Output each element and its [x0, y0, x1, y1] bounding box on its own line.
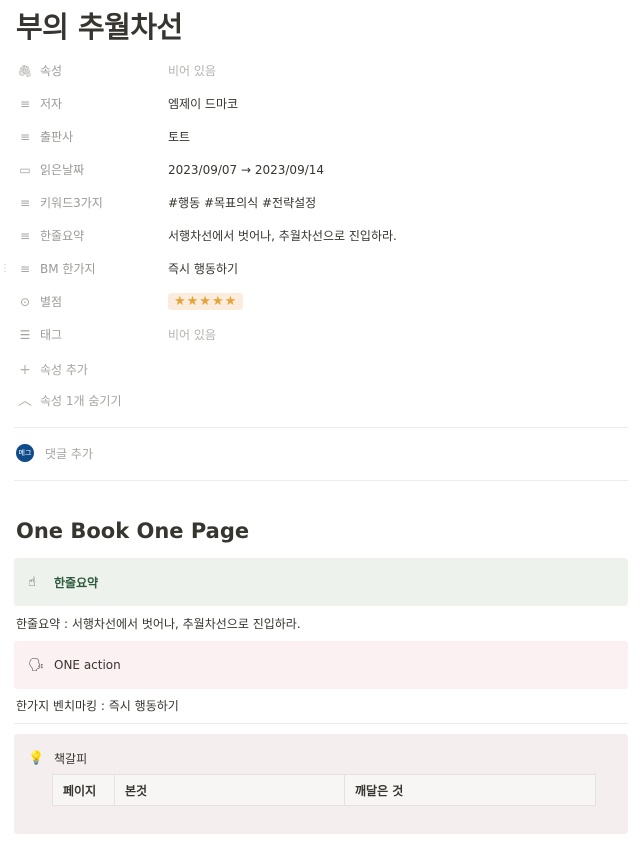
bookmark-table-header: 페이지 본것 깨달은 것: [52, 774, 596, 806]
property-key[interactable]: ≡ 저자: [18, 95, 62, 112]
text-lines-icon: ≡: [19, 195, 31, 210]
star-rating-badge: ★★★★★: [168, 293, 244, 310]
property-value[interactable]: 토트: [166, 125, 192, 148]
property-key[interactable]: ⊙ 별점: [18, 293, 62, 310]
callout-label: 책갈피: [54, 752, 88, 766]
property-value[interactable]: 비어 있음: [166, 323, 218, 346]
hide-properties-button[interactable]: ︿ 속성 1개 숨기기: [18, 390, 122, 410]
property-key[interactable]: 🖇 속성: [17, 62, 62, 79]
chevron-up-icon: ︿: [18, 393, 32, 409]
divider: [14, 723, 628, 724]
plus-icon: +: [19, 361, 31, 378]
property-key[interactable]: ☰ 태그: [18, 326, 62, 343]
property-row-author[interactable]: ≡ 저자 엠제이 드마코: [0, 87, 640, 120]
property-value[interactable]: #행동 #목표의식 #전략설정: [166, 191, 318, 214]
divider: [14, 427, 628, 428]
text-lines-icon: ≡: [19, 129, 31, 144]
property-value[interactable]: 서행차선에서 벗어나, 추월차선으로 진입하라.: [166, 224, 399, 247]
property-row-read-date[interactable]: ▭ 읽은날짜 2023/09/07 → 2023/09/14: [0, 153, 640, 186]
avatar: 메그: [16, 444, 34, 462]
callout-summary[interactable]: ☝ 한줄요약: [14, 558, 628, 606]
property-row-benchmark[interactable]: ⋮ ≡ BM 한가지 즉시 행동하기: [0, 252, 640, 285]
section-heading[interactable]: One Book One Page: [16, 519, 249, 543]
list-icon: ☰: [19, 327, 31, 342]
property-key[interactable]: ≡ 한줄요약: [18, 227, 84, 244]
drag-handle-icon[interactable]: ⋮: [0, 263, 10, 273]
page-title[interactable]: 부의 추월차선: [16, 4, 183, 46]
pointing-finger-icon: ☝: [28, 574, 36, 590]
paperclip-icon: 🖇: [17, 63, 33, 78]
property-value[interactable]: 즉시 행동하기: [166, 257, 240, 280]
calendar-icon: ▭: [19, 162, 31, 177]
callout-label: ONE action: [54, 658, 121, 672]
text-lines-icon: ≡: [19, 96, 31, 111]
property-key[interactable]: ≡ 출판사: [18, 128, 73, 145]
lightbulb-icon: 💡: [28, 751, 45, 766]
table-header-cell[interactable]: 페이지: [53, 775, 115, 805]
callout-action[interactable]: 🗣 ONE action: [14, 641, 628, 689]
property-value[interactable]: ★★★★★: [166, 290, 245, 313]
property-row-publisher[interactable]: ≡ 출판사 토트: [0, 120, 640, 153]
property-key[interactable]: ▭ 읽은날짜: [18, 161, 84, 178]
table-header-cell[interactable]: 깨달은 것: [345, 775, 595, 805]
text-lines-icon: ≡: [19, 228, 31, 243]
property-row-tags[interactable]: ☰ 태그 비어 있음: [0, 318, 640, 351]
property-row-keywords[interactable]: ≡ 키워드3가지 #행동 #목표의식 #전략설정: [0, 186, 640, 219]
action-paragraph[interactable]: 한가지 벤치마킹 : 즉시 행동하기: [16, 697, 179, 714]
property-row-rating[interactable]: ⊙ 별점 ★★★★★: [0, 285, 640, 318]
select-circle-icon: ⊙: [19, 294, 31, 309]
property-value[interactable]: 2023/09/07 → 2023/09/14: [166, 160, 326, 180]
property-row-summary[interactable]: ≡ 한줄요약 서행차선에서 벗어나, 추월차선으로 진입하라.: [0, 219, 640, 252]
property-key[interactable]: ≡ BM 한가지: [18, 260, 96, 277]
divider: [14, 480, 628, 481]
property-key[interactable]: ≡ 키워드3가지: [18, 194, 103, 211]
property-value[interactable]: 비어 있음: [166, 59, 218, 82]
callout-label: 한줄요약: [54, 575, 99, 590]
speaking-head-icon: 🗣: [28, 657, 45, 673]
summary-paragraph[interactable]: 한줄요약 : 서행차선에서 벗어나, 추월차선으로 진입하라.: [16, 615, 301, 632]
notion-page: 부의 추월차선 🖇 속성 비어 있음 ≡ 저자 엠제이 드마코 ≡ 출판사 토트: [0, 0, 640, 856]
text-lines-icon: ≡: [19, 261, 31, 276]
add-comment-button[interactable]: 메그 댓글 추가: [16, 444, 93, 462]
add-property-button[interactable]: + 속성 추가: [18, 361, 88, 378]
table-header-cell[interactable]: 본것: [115, 775, 345, 805]
property-row-attribute[interactable]: 🖇 속성 비어 있음: [0, 54, 640, 87]
property-value[interactable]: 엠제이 드마코: [166, 92, 240, 115]
